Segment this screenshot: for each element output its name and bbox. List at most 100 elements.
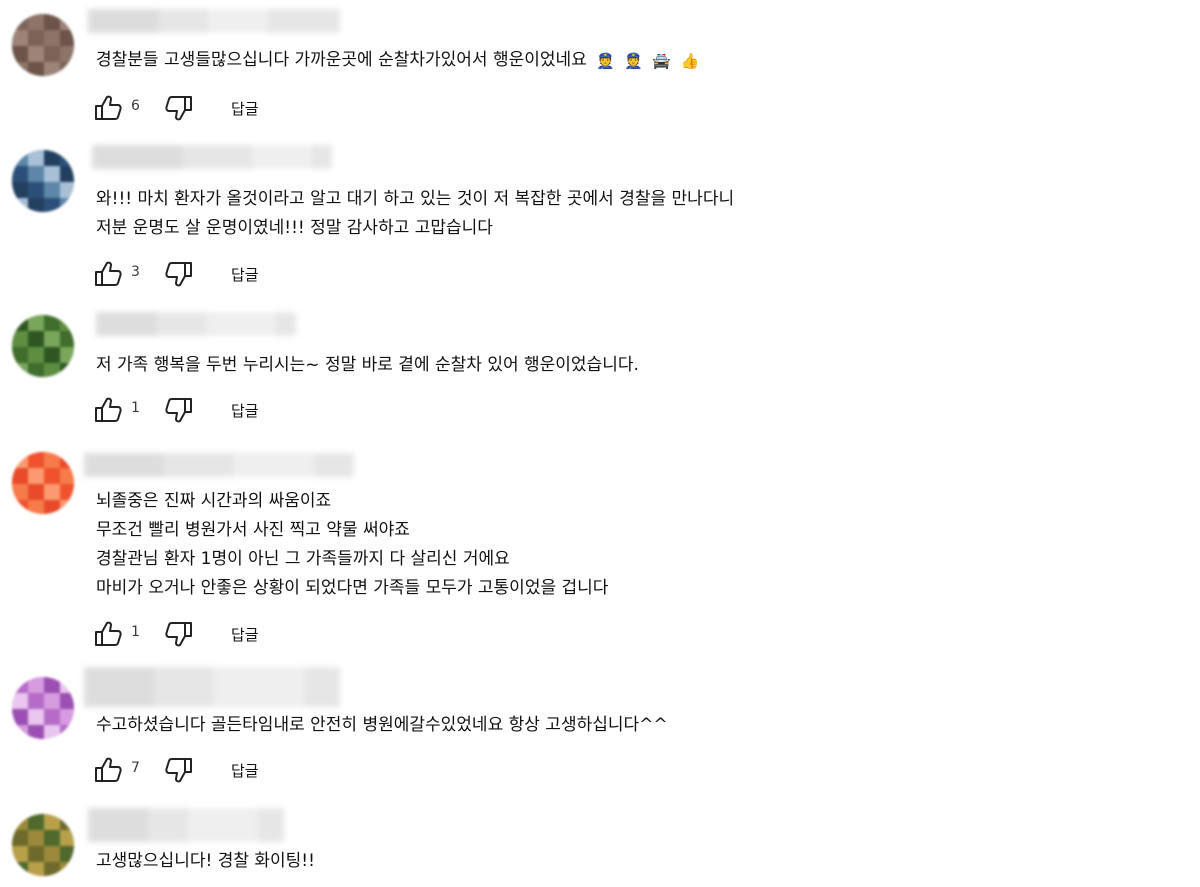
thumb-up-icon	[95, 95, 122, 120]
avatar-pixel	[60, 452, 74, 468]
author-name[interactable]	[92, 145, 332, 169]
comment-text: 수고하셨습니다 골든타임내로 안전히 병원에갈수있었네요 항상 고생하십니다^^	[96, 711, 668, 740]
avatar-pixel	[60, 677, 74, 693]
comment-line: 뇌졸중은 진짜 시간과의 싸움이죠	[96, 491, 332, 511]
thumb-down-icon	[165, 96, 192, 121]
avatar-pixel	[28, 709, 44, 725]
avatar-pixel	[44, 468, 60, 484]
avatar-pixel	[28, 166, 44, 182]
avatar-pixel	[44, 830, 60, 846]
avatar-pixel	[60, 363, 74, 377]
like-button[interactable]	[92, 259, 126, 289]
comment-line: 수고하셨습니다 골든타임내로 안전히 병원에갈수있었네요 항상 고생하십니다^^	[96, 715, 668, 735]
dislike-button[interactable]	[161, 93, 195, 123]
avatar-pixel	[60, 198, 74, 212]
avatar-pixel	[44, 709, 60, 725]
author-name[interactable]	[84, 667, 340, 707]
reply-button[interactable]: 답글	[229, 262, 261, 287]
dislike-button[interactable]	[161, 395, 195, 425]
avatar[interactable]	[12, 315, 74, 377]
avatar-pixel	[60, 30, 74, 46]
like-count: 6	[131, 98, 140, 114]
avatar-pixel	[28, 14, 44, 30]
author-name[interactable]	[84, 453, 354, 477]
comment-text: 고생많으십니다! 경찰 화이팅!!	[96, 847, 315, 876]
avatar[interactable]	[12, 150, 74, 212]
police-officer-emoji-icon: 👮	[624, 52, 644, 70]
author-name[interactable]	[96, 312, 296, 336]
like-button[interactable]	[92, 395, 126, 425]
avatar-pixel	[60, 14, 74, 30]
avatar-pixel	[28, 677, 44, 693]
avatar-pixel	[60, 46, 74, 62]
avatar-pixel	[12, 347, 28, 363]
avatar-pixel	[28, 452, 44, 468]
like-count: 7	[131, 760, 140, 776]
avatar[interactable]	[12, 14, 74, 76]
reply-button[interactable]: 답글	[229, 622, 261, 647]
avatar-pixel	[60, 814, 74, 830]
avatar-pixel	[12, 830, 28, 846]
avatar-pixel	[28, 484, 44, 500]
avatar-pixel	[12, 846, 28, 862]
comment-actions: 7 답글	[92, 755, 392, 785]
avatar-pixel	[60, 709, 74, 725]
like-count: 1	[131, 400, 140, 416]
avatar-pixel	[28, 46, 44, 62]
avatar-pixel	[28, 830, 44, 846]
dislike-button[interactable]	[161, 259, 195, 289]
avatar-pixel	[12, 198, 28, 212]
avatar-pixel	[44, 62, 60, 76]
author-name[interactable]	[88, 808, 284, 842]
thumb-down-icon	[165, 398, 192, 423]
dislike-button[interactable]	[161, 619, 195, 649]
reply-button[interactable]: 답글	[229, 398, 261, 423]
dislike-button[interactable]	[161, 755, 195, 785]
avatar-pixel	[28, 693, 44, 709]
avatar-pixel	[28, 182, 44, 198]
comment-line: 와!!! 마치 환자가 올것이라고 알고 대기 하고 있는 것이 저 복잡한 곳…	[96, 189, 735, 209]
avatar-pixel	[28, 198, 44, 212]
avatar-pixel	[12, 709, 28, 725]
avatar-pixel	[12, 150, 28, 166]
avatar-pixel	[12, 693, 28, 709]
author-name[interactable]	[88, 9, 340, 33]
reply-button[interactable]: 답글	[229, 96, 261, 121]
avatar-pixel	[12, 30, 28, 46]
avatar-pixel	[44, 363, 60, 377]
comment-line: 경찰분들 고생들많으십니다 가까운곳에 순찰차가있어서 행운이었네요 👮 👮 🚔…	[96, 46, 699, 76]
comment-line: 저 가족 행복을 두번 누리시는~ 정말 바로 곁에 순찰차 있어 행운이었습니…	[96, 355, 639, 375]
avatar-pixel	[28, 30, 44, 46]
comment-line: 고생많으십니다! 경찰 화이팅!!	[96, 851, 315, 871]
avatar[interactable]	[12, 677, 74, 739]
avatar-pixel	[44, 182, 60, 198]
avatar-pixel	[60, 725, 74, 739]
avatar-pixel	[44, 862, 60, 876]
like-count: 3	[131, 264, 140, 280]
avatar-pixel	[44, 331, 60, 347]
avatar[interactable]	[12, 452, 74, 514]
like-button[interactable]	[92, 755, 126, 785]
avatar-pixel	[60, 331, 74, 347]
avatar-pixel	[12, 46, 28, 62]
comment-line-text: 경찰분들 고생들많으십니다 가까운곳에 순찰차가있어서 행운이었네요	[96, 50, 587, 70]
avatar-pixel	[28, 62, 44, 76]
avatar-pixel	[44, 30, 60, 46]
thumb-up-icon	[95, 261, 122, 286]
like-button[interactable]	[92, 93, 126, 123]
avatar-pixel	[60, 150, 74, 166]
avatar-pixel	[60, 315, 74, 331]
comment-line: 무조건 빨리 병원가서 사진 찍고 약물 써야죠	[96, 520, 410, 540]
comment-actions: 1 답글	[92, 619, 392, 649]
avatar[interactable]	[12, 814, 74, 876]
avatar-pixel	[44, 846, 60, 862]
avatar-pixel	[44, 725, 60, 739]
avatar-pixel	[12, 14, 28, 30]
avatar-pixel	[12, 62, 28, 76]
comment-line: 저분 운명도 살 운명이였네!!! 정말 감사하고 고맙습니다	[96, 218, 493, 238]
avatar-pixel	[28, 814, 44, 830]
like-button[interactable]	[92, 619, 126, 649]
reply-button[interactable]: 답글	[229, 758, 261, 783]
avatar-pixel	[12, 315, 28, 331]
avatar-pixel	[60, 182, 74, 198]
